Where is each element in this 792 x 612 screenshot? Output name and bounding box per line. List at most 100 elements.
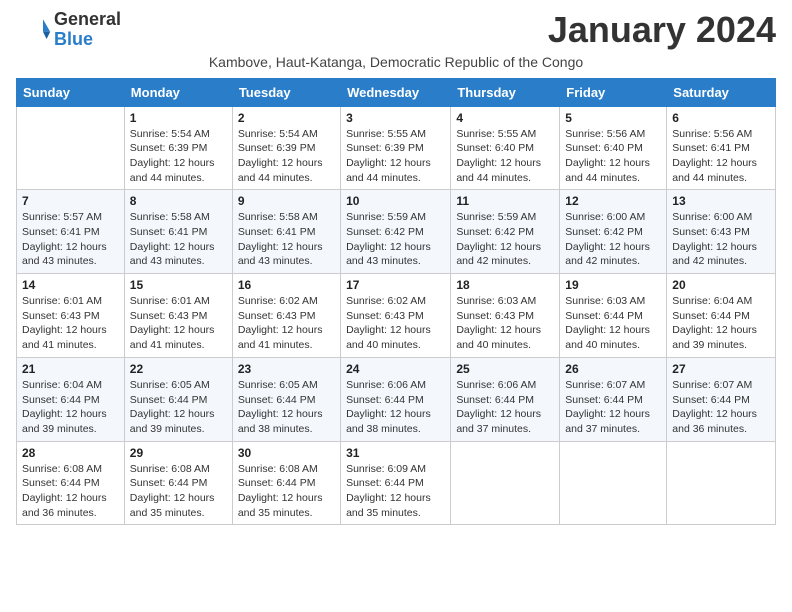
day-number: 29 xyxy=(130,446,227,460)
day-number: 2 xyxy=(238,111,335,125)
calendar-cell: 27 Sunrise: 6:07 AMSunset: 6:44 PMDayligh… xyxy=(667,357,776,441)
day-info: Sunrise: 6:04 AMSunset: 6:44 PMDaylight:… xyxy=(22,378,119,437)
calendar-week-row: 28 Sunrise: 6:08 AMSunset: 6:44 PMDayligh… xyxy=(17,441,776,525)
day-number: 20 xyxy=(672,278,770,292)
day-number: 23 xyxy=(238,362,335,376)
calendar-cell: 10 Sunrise: 5:59 AMSunset: 6:42 PMDayligh… xyxy=(341,190,451,274)
day-info: Sunrise: 6:08 AMSunset: 6:44 PMDaylight:… xyxy=(22,462,119,521)
day-number: 16 xyxy=(238,278,335,292)
calendar-cell xyxy=(17,106,125,190)
col-wednesday: Wednesday xyxy=(341,78,451,106)
col-saturday: Saturday xyxy=(667,78,776,106)
calendar-cell: 15 Sunrise: 6:01 AMSunset: 6:43 PMDayligh… xyxy=(124,274,232,358)
day-number: 3 xyxy=(346,111,445,125)
day-number: 19 xyxy=(565,278,661,292)
day-info: Sunrise: 6:08 AMSunset: 6:44 PMDaylight:… xyxy=(130,462,227,521)
day-number: 7 xyxy=(22,194,119,208)
day-number: 17 xyxy=(346,278,445,292)
day-number: 5 xyxy=(565,111,661,125)
calendar-cell: 2 Sunrise: 5:54 AMSunset: 6:39 PMDaylight… xyxy=(232,106,340,190)
day-number: 9 xyxy=(238,194,335,208)
calendar-cell: 19 Sunrise: 6:03 AMSunset: 6:44 PMDayligh… xyxy=(560,274,667,358)
calendar-cell: 8 Sunrise: 5:58 AMSunset: 6:41 PMDaylight… xyxy=(124,190,232,274)
calendar-header: Sunday Monday Tuesday Wednesday Thursday… xyxy=(17,78,776,106)
day-number: 6 xyxy=(672,111,770,125)
day-info: Sunrise: 6:05 AMSunset: 6:44 PMDaylight:… xyxy=(238,378,335,437)
day-number: 13 xyxy=(672,194,770,208)
day-info: Sunrise: 5:59 AMSunset: 6:42 PMDaylight:… xyxy=(346,210,445,269)
col-tuesday: Tuesday xyxy=(232,78,340,106)
calendar-cell xyxy=(667,441,776,525)
day-info: Sunrise: 5:54 AMSunset: 6:39 PMDaylight:… xyxy=(130,127,227,186)
day-info: Sunrise: 6:06 AMSunset: 6:44 PMDaylight:… xyxy=(346,378,445,437)
day-info: Sunrise: 5:55 AMSunset: 6:39 PMDaylight:… xyxy=(346,127,445,186)
calendar-week-row: 21Sunrise: 6:04 AMSunset: 6:44 PMDayligh… xyxy=(17,357,776,441)
subtitle: Kambove, Haut-Katanga, Democratic Republ… xyxy=(16,54,776,70)
calendar-cell: 13 Sunrise: 6:00 AMSunset: 6:43 PMDayligh… xyxy=(667,190,776,274)
day-info: Sunrise: 5:59 AMSunset: 6:42 PMDaylight:… xyxy=(456,210,554,269)
calendar-cell: 28 Sunrise: 6:08 AMSunset: 6:44 PMDayligh… xyxy=(17,441,125,525)
col-sunday: Sunday xyxy=(17,78,125,106)
calendar-cell: 31 Sunrise: 6:09 AMSunset: 6:44 PMDayligh… xyxy=(341,441,451,525)
day-number: 1 xyxy=(130,111,227,125)
calendar-cell: 14Sunrise: 6:01 AMSunset: 6:43 PMDayligh… xyxy=(17,274,125,358)
day-number: 4 xyxy=(456,111,554,125)
day-info: Sunrise: 5:57 AMSunset: 6:41 PMDaylight:… xyxy=(22,210,119,269)
logo-icon xyxy=(16,12,52,48)
day-info: Sunrise: 6:01 AMSunset: 6:43 PMDaylight:… xyxy=(130,294,227,353)
day-info: Sunrise: 5:54 AMSunset: 6:39 PMDaylight:… xyxy=(238,127,335,186)
day-number: 26 xyxy=(565,362,661,376)
calendar-cell: 22Sunrise: 6:05 AMSunset: 6:44 PMDayligh… xyxy=(124,357,232,441)
day-info: Sunrise: 5:56 AMSunset: 6:41 PMDaylight:… xyxy=(672,127,770,186)
day-info: Sunrise: 6:08 AMSunset: 6:44 PMDaylight:… xyxy=(238,462,335,521)
calendar-week-row: 7 Sunrise: 5:57 AMSunset: 6:41 PMDaylight… xyxy=(17,190,776,274)
calendar-week-row: 14Sunrise: 6:01 AMSunset: 6:43 PMDayligh… xyxy=(17,274,776,358)
day-info: Sunrise: 6:00 AMSunset: 6:42 PMDaylight:… xyxy=(565,210,661,269)
day-number: 24 xyxy=(346,362,445,376)
day-info: Sunrise: 5:56 AMSunset: 6:40 PMDaylight:… xyxy=(565,127,661,186)
calendar-cell: 17 Sunrise: 6:02 AMSunset: 6:43 PMDayligh… xyxy=(341,274,451,358)
day-number: 28 xyxy=(22,446,119,460)
calendar-cell: 23 Sunrise: 6:05 AMSunset: 6:44 PMDayligh… xyxy=(232,357,340,441)
day-info: Sunrise: 5:55 AMSunset: 6:40 PMDaylight:… xyxy=(456,127,554,186)
day-info: Sunrise: 6:02 AMSunset: 6:43 PMDaylight:… xyxy=(346,294,445,353)
day-number: 25 xyxy=(456,362,554,376)
day-number: 12 xyxy=(565,194,661,208)
day-info: Sunrise: 6:09 AMSunset: 6:44 PMDaylight:… xyxy=(346,462,445,521)
day-number: 8 xyxy=(130,194,227,208)
day-info: Sunrise: 6:03 AMSunset: 6:44 PMDaylight:… xyxy=(565,294,661,353)
calendar-cell: 20 Sunrise: 6:04 AMSunset: 6:44 PMDayligh… xyxy=(667,274,776,358)
calendar-cell xyxy=(451,441,560,525)
day-info: Sunrise: 6:03 AMSunset: 6:43 PMDaylight:… xyxy=(456,294,554,353)
day-number: 15 xyxy=(130,278,227,292)
day-number: 11 xyxy=(456,194,554,208)
day-number: 18 xyxy=(456,278,554,292)
col-thursday: Thursday xyxy=(451,78,560,106)
day-info: Sunrise: 6:07 AMSunset: 6:44 PMDaylight:… xyxy=(672,378,770,437)
header-row: Sunday Monday Tuesday Wednesday Thursday… xyxy=(17,78,776,106)
calendar-cell: 16 Sunrise: 6:02 AMSunset: 6:43 PMDayligh… xyxy=(232,274,340,358)
day-info: Sunrise: 6:00 AMSunset: 6:43 PMDaylight:… xyxy=(672,210,770,269)
title-block: January 2024 xyxy=(548,10,776,50)
calendar-cell: 4 Sunrise: 5:55 AMSunset: 6:40 PMDaylight… xyxy=(451,106,560,190)
day-number: 31 xyxy=(346,446,445,460)
day-info: Sunrise: 6:04 AMSunset: 6:44 PMDaylight:… xyxy=(672,294,770,353)
calendar-cell: 11 Sunrise: 5:59 AMSunset: 6:42 PMDayligh… xyxy=(451,190,560,274)
calendar-cell: 25Sunrise: 6:06 AMSunset: 6:44 PMDayligh… xyxy=(451,357,560,441)
day-number: 10 xyxy=(346,194,445,208)
calendar-cell: 5 Sunrise: 5:56 AMSunset: 6:40 PMDaylight… xyxy=(560,106,667,190)
col-monday: Monday xyxy=(124,78,232,106)
day-number: 22 xyxy=(130,362,227,376)
logo: General Blue xyxy=(16,10,121,50)
calendar-cell: 29 Sunrise: 6:08 AMSunset: 6:44 PMDayligh… xyxy=(124,441,232,525)
logo-blue: Blue xyxy=(54,30,121,50)
day-info: Sunrise: 5:58 AMSunset: 6:41 PMDaylight:… xyxy=(130,210,227,269)
calendar-body: 1 Sunrise: 5:54 AMSunset: 6:39 PMDaylight… xyxy=(17,106,776,525)
calendar-cell: 21Sunrise: 6:04 AMSunset: 6:44 PMDayligh… xyxy=(17,357,125,441)
calendar-page: General Blue January 2024 Kambove, Haut-… xyxy=(0,0,792,541)
calendar-cell: 18 Sunrise: 6:03 AMSunset: 6:43 PMDayligh… xyxy=(451,274,560,358)
calendar-cell: 26Sunrise: 6:07 AMSunset: 6:44 PMDayligh… xyxy=(560,357,667,441)
calendar-cell: 3 Sunrise: 5:55 AMSunset: 6:39 PMDaylight… xyxy=(341,106,451,190)
day-number: 27 xyxy=(672,362,770,376)
day-info: Sunrise: 6:02 AMSunset: 6:43 PMDaylight:… xyxy=(238,294,335,353)
